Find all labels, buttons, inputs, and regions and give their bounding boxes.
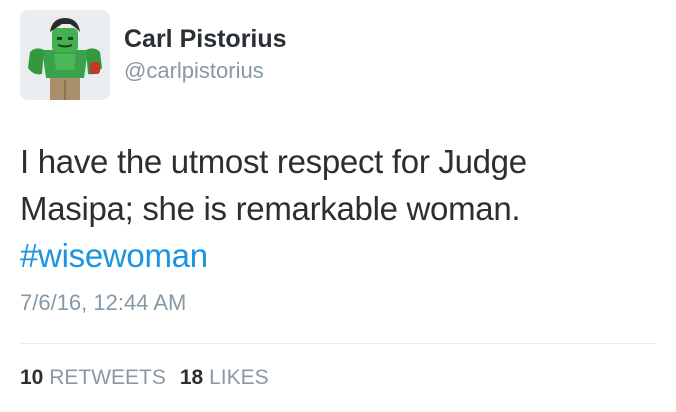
tweet-card: Carl Pistorius @carlpistorius I have the… bbox=[0, 0, 676, 412]
tweet-stats: 10 RETWEETS 18 LIKES bbox=[20, 364, 269, 392]
tweet-text: I have the utmost respect for Judge Masi… bbox=[20, 138, 650, 279]
user-handle[interactable]: @carlpistorius bbox=[124, 57, 264, 85]
retweets-count: 10 bbox=[20, 366, 44, 389]
retweets-label: RETWEETS bbox=[49, 366, 166, 389]
hashtag-link[interactable]: #wisewoman bbox=[20, 232, 650, 279]
divider bbox=[20, 343, 656, 344]
likes-count: 18 bbox=[179, 366, 204, 389]
tweet-text-line-2: Masipa; she is remarkable woman. bbox=[20, 190, 521, 227]
tweet-timestamp[interactable]: 7/6/16, 12:44 AM bbox=[20, 289, 186, 317]
display-name[interactable]: Carl Pistorius bbox=[124, 23, 287, 55]
hulk-avatar-icon bbox=[20, 10, 110, 100]
avatar[interactable] bbox=[20, 10, 110, 100]
likes-label: LIKES bbox=[209, 366, 269, 389]
tweet-text-line-1: I have the utmost respect for Judge bbox=[20, 143, 527, 180]
retweets-stat[interactable]: 10 RETWEETS bbox=[20, 366, 166, 389]
likes-stat[interactable]: 18 LIKES bbox=[180, 366, 269, 389]
